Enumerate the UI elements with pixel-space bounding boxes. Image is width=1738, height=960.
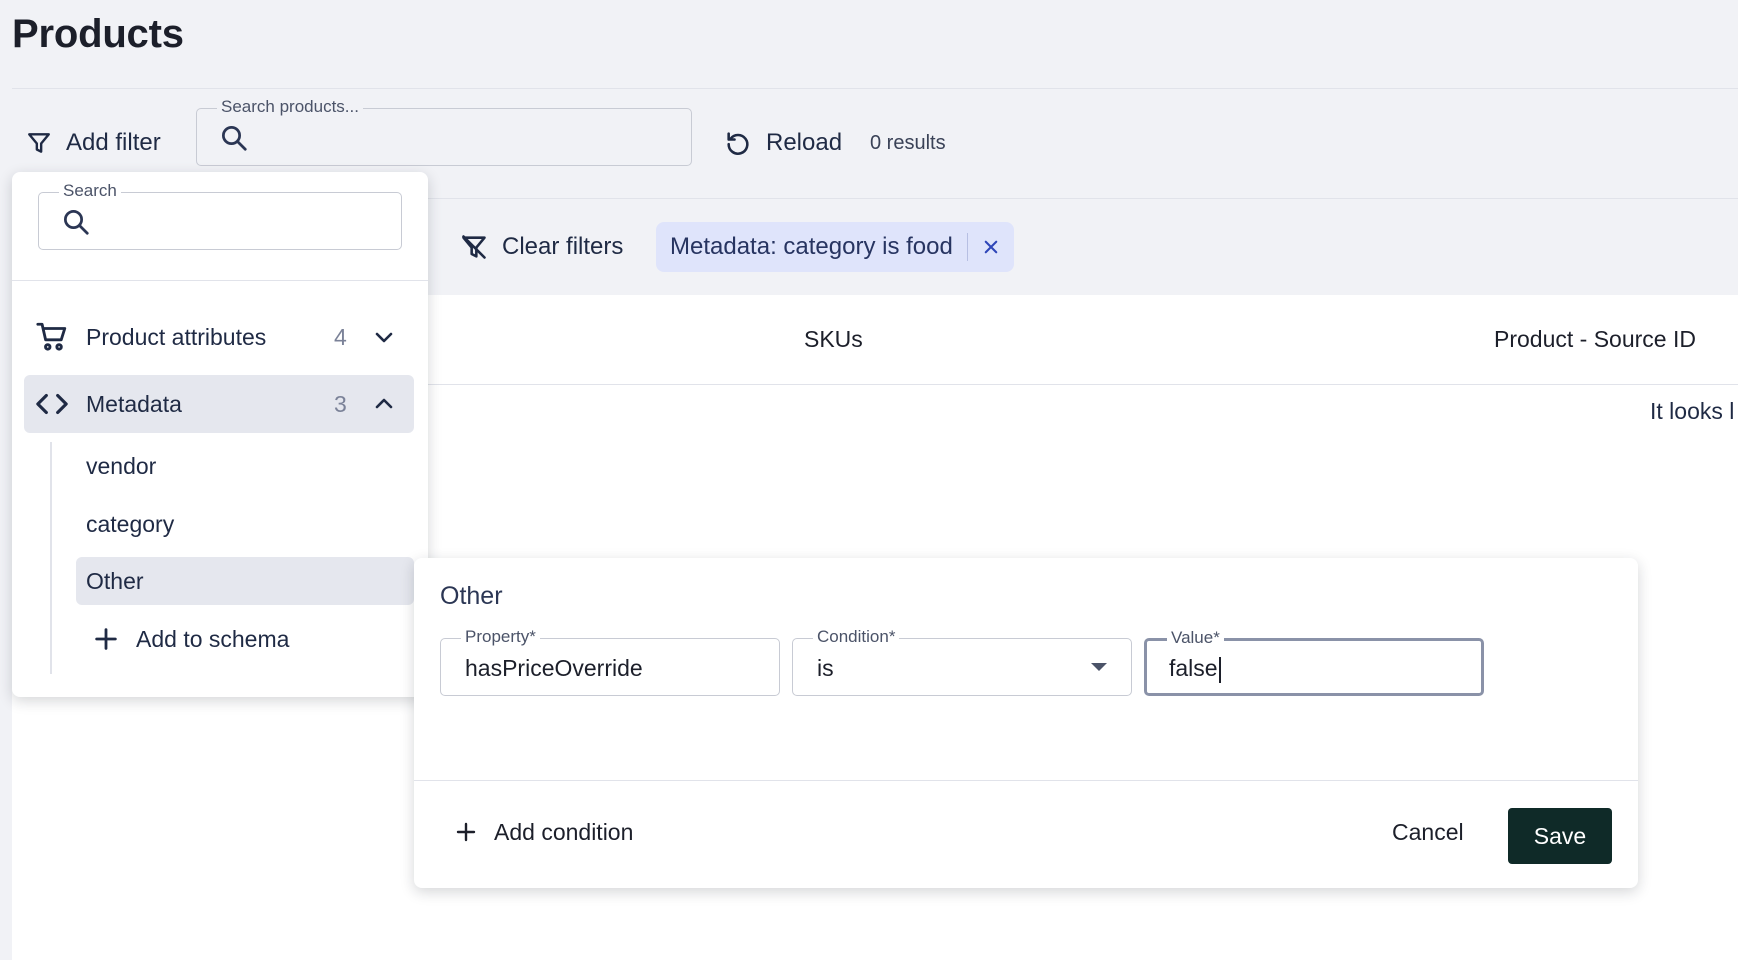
- plus-icon: [456, 822, 476, 842]
- condition-select[interactable]: Condition* is: [792, 627, 1132, 696]
- condition-editor-title: Other: [440, 582, 503, 610]
- divider: [414, 780, 1638, 781]
- tree-guide-line: [50, 442, 52, 674]
- search-icon: [222, 126, 247, 151]
- table-header-divider: [428, 384, 1738, 385]
- text-cursor: [1218, 656, 1221, 683]
- filter-menu-panel: Search Product attributes 4 Metadata 3 v…: [12, 172, 428, 697]
- filter-search-legend: Search: [59, 181, 121, 201]
- filter-search-input[interactable]: [99, 205, 389, 239]
- close-icon: [984, 240, 998, 254]
- reload-button[interactable]: Reload: [724, 126, 842, 160]
- value-text: false: [1169, 655, 1218, 681]
- active-filter-chip-label: Metadata: category is food: [670, 233, 953, 260]
- divider: [12, 88, 1738, 89]
- add-condition-button[interactable]: Add condition: [454, 812, 633, 852]
- group-product-attributes[interactable]: Product attributes 4: [24, 308, 414, 366]
- metadata-item-other[interactable]: Other: [76, 557, 414, 605]
- metadata-item-vendor[interactable]: vendor: [76, 442, 414, 490]
- left-gutter: [0, 0, 12, 960]
- add-filter-label: Add filter: [66, 129, 161, 156]
- reload-icon: [727, 132, 749, 155]
- value-input[interactable]: false: [1169, 655, 1221, 683]
- search-products-legend: Search products...: [217, 97, 363, 117]
- add-to-schema-button[interactable]: Add to schema: [92, 619, 289, 659]
- group-label: Metadata: [86, 390, 182, 417]
- filter-search-field[interactable]: Search: [38, 181, 402, 250]
- group-count: 4: [334, 323, 347, 350]
- value-legend: Value*: [1167, 628, 1224, 648]
- empty-state-message: It looks l: [1650, 398, 1735, 424]
- active-filter-chip[interactable]: Metadata: category is food: [656, 222, 1014, 272]
- code-icon: [34, 386, 70, 422]
- property-value[interactable]: hasPriceOverride: [465, 655, 643, 682]
- search-icon: [64, 210, 89, 235]
- reload-label: Reload: [766, 129, 843, 156]
- dropdown-caret-icon: [1091, 663, 1107, 671]
- cancel-button[interactable]: Cancel: [1392, 812, 1464, 852]
- condition-editor-panel: Other Property* hasPriceOverride Conditi…: [414, 558, 1638, 888]
- divider: [12, 280, 428, 281]
- clear-filters-label: Clear filters: [502, 233, 624, 260]
- search-products-field[interactable]: Search products...: [196, 97, 692, 166]
- group-metadata[interactable]: Metadata 3: [24, 375, 414, 433]
- chip-separator: [966, 233, 968, 261]
- search-products-input[interactable]: [257, 121, 677, 155]
- filter-icon: [28, 133, 50, 153]
- metadata-item-category[interactable]: category: [76, 500, 414, 548]
- filter-off-icon: [462, 235, 486, 259]
- clear-filters-button[interactable]: Clear filters: [460, 230, 623, 264]
- group-label: Product attributes: [86, 323, 267, 350]
- chevron-up-icon: [372, 390, 400, 418]
- page-title: Products: [12, 12, 184, 56]
- condition-legend: Condition*: [813, 627, 900, 647]
- chevron-down-icon: [372, 323, 400, 351]
- divider: [428, 198, 1738, 199]
- save-button[interactable]: Save: [1508, 808, 1612, 864]
- add-condition-label: Add condition: [494, 818, 634, 845]
- remove-filter-button[interactable]: [982, 238, 1000, 256]
- add-filter-button[interactable]: Add filter: [26, 126, 161, 160]
- column-header-source-id[interactable]: Product - Source ID: [1494, 326, 1696, 353]
- property-field[interactable]: Property* hasPriceOverride: [440, 627, 780, 696]
- property-legend: Property*: [461, 627, 540, 647]
- plus-icon: [95, 628, 117, 650]
- condition-value: is: [817, 655, 834, 681]
- results-count: 0 results: [870, 132, 946, 154]
- shopping-cart-icon: [34, 319, 70, 355]
- column-header-skus[interactable]: SKUs: [804, 326, 863, 353]
- group-count: 3: [334, 390, 347, 417]
- add-to-schema-label: Add to schema: [136, 625, 290, 652]
- value-field[interactable]: Value* false: [1144, 628, 1484, 696]
